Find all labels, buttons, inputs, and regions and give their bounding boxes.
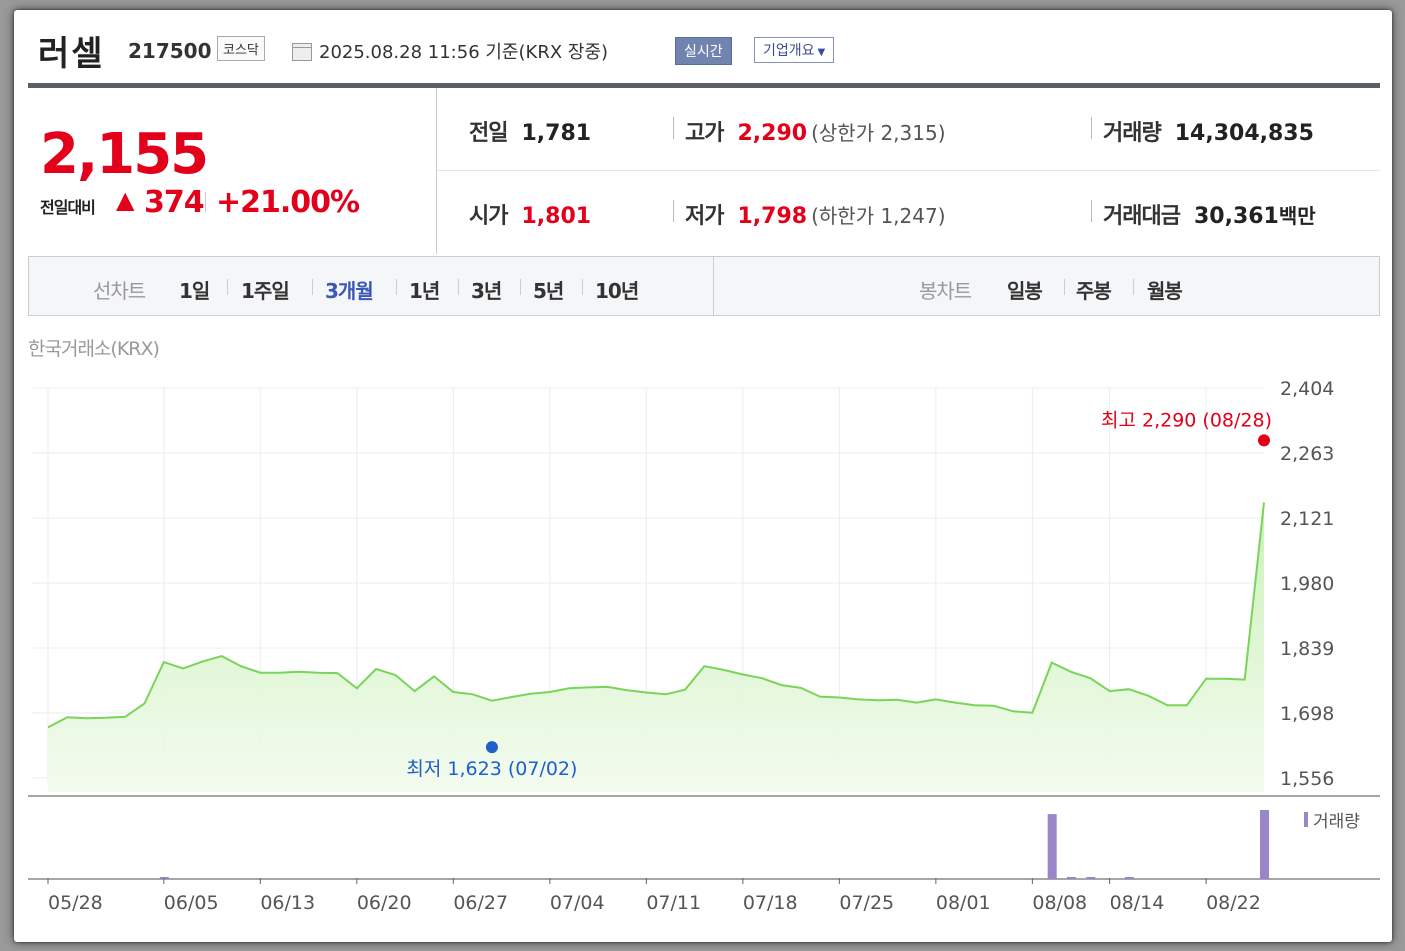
y-tick-label: 1,839 (1280, 638, 1334, 660)
volume-bar (1047, 814, 1057, 879)
x-tick-label: 06/05 (164, 892, 219, 914)
y-tick-label: 2,121 (1280, 508, 1334, 530)
y-tick-label: 2,263 (1280, 443, 1334, 465)
x-tick-label: 07/18 (743, 892, 798, 914)
y-tick-label: 1,980 (1280, 573, 1334, 595)
x-tick-label: 08/22 (1206, 892, 1261, 914)
x-tick-label: 08/08 (1032, 892, 1087, 914)
y-tick-label: 1,698 (1280, 703, 1334, 725)
x-tick-label: 06/13 (260, 892, 315, 914)
x-tick-label: 06/20 (357, 892, 412, 914)
x-tick-label: 06/27 (453, 892, 508, 914)
low-label: 최저 1,623 (07/02) (406, 758, 577, 780)
low-marker (485, 741, 498, 754)
high-label: 최고 2,290 (08/28) (1101, 409, 1272, 431)
volume-bar (1260, 810, 1269, 879)
y-tick-label: 1,556 (1280, 768, 1334, 790)
volume-legend: 거래량 (1313, 812, 1360, 832)
x-tick-label: 07/11 (646, 892, 701, 914)
high-marker (1258, 434, 1270, 447)
x-tick-label: 07/04 (550, 892, 605, 914)
volume-bar (1086, 877, 1096, 879)
stock-widget: 러셀 217500 코스닥 2025.08.28 11:56 기준(KRX 장중… (14, 10, 1392, 942)
x-tick-label: 08/01 (936, 892, 991, 914)
price-area (48, 502, 1264, 792)
x-tick-label: 05/28 (48, 892, 103, 914)
price-chart: 최고 2,290 (08/28) 최저 1,623 (07/02) 2,404 2,… (28, 378, 1380, 914)
volume-bar (1124, 877, 1134, 879)
volume-bar (1066, 877, 1076, 879)
x-tick-label: 07/25 (839, 892, 894, 914)
volume-legend-swatch (1304, 812, 1308, 827)
y-tick-label: 2,404 (1280, 378, 1334, 400)
x-tick-label: 08/14 (1110, 892, 1165, 914)
